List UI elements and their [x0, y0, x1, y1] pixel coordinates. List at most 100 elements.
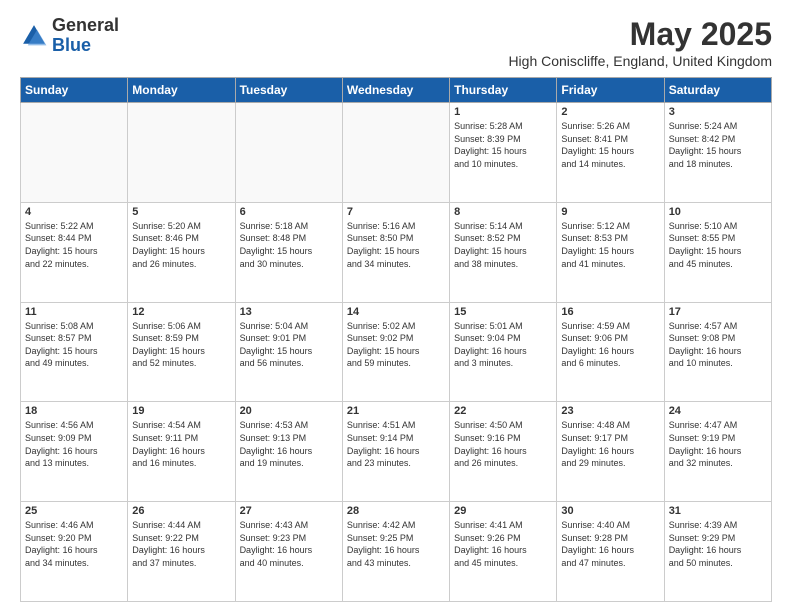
day-info: Sunrise: 4:42 AM Sunset: 9:25 PM Dayligh… — [347, 519, 445, 569]
day-header-row: SundayMondayTuesdayWednesdayThursdayFrid… — [21, 78, 772, 103]
day-info: Sunrise: 4:41 AM Sunset: 9:26 PM Dayligh… — [454, 519, 552, 569]
day-cell: 30Sunrise: 4:40 AM Sunset: 9:28 PM Dayli… — [557, 502, 664, 602]
day-info: Sunrise: 5:04 AM Sunset: 9:01 PM Dayligh… — [240, 320, 338, 370]
day-cell: 21 Sunrise: 4:51 AM Sunset: 9:14 PM Dayli… — [342, 402, 449, 502]
col-header-tuesday: Tuesday — [235, 78, 342, 103]
day-number: 10 — [669, 206, 767, 218]
day-cell: 8 Sunrise: 5:14 AM Sunset: 8:52 PM Daylig… — [450, 202, 557, 302]
week-row-3: 11Sunrise: 5:08 AM Sunset: 8:57 PM Dayli… — [21, 302, 772, 402]
day-info: Sunrise: 4:54 AM Sunset: 9:11 PM Dayligh… — [132, 419, 230, 469]
header: General Blue May 2025 High Coniscliffe, … — [20, 16, 772, 69]
day-number: 26 — [132, 505, 230, 517]
day-cell: 16Sunrise: 4:59 AM Sunset: 9:06 PM Dayli… — [557, 302, 664, 402]
day-info: Sunrise: 4:43 AM Sunset: 9:23 PM Dayligh… — [240, 519, 338, 569]
day-cell: 28 Sunrise: 4:42 AM Sunset: 9:25 PM Dayli… — [342, 502, 449, 602]
day-info: Sunrise: 4:47 AM Sunset: 9:19 PM Dayligh… — [669, 419, 767, 469]
day-cell — [128, 103, 235, 203]
day-info: Sunrise: 5:02 AM Sunset: 9:02 PM Dayligh… — [347, 320, 445, 370]
day-number: 2 — [561, 106, 659, 118]
day-cell: 2 Sunrise: 5:26 AM Sunset: 8:41 PM Daylig… — [557, 103, 664, 203]
day-cell: 27 Sunrise: 4:43 AM Sunset: 9:23 PM Dayli… — [235, 502, 342, 602]
day-number: 19 — [132, 405, 230, 417]
day-cell: 1 Sunrise: 5:28 AM Sunset: 8:39 PM Daylig… — [450, 103, 557, 203]
day-cell: 14 Sunrise: 5:02 AM Sunset: 9:02 PM Dayli… — [342, 302, 449, 402]
day-cell: 12Sunrise: 5:06 AM Sunset: 8:59 PM Dayli… — [128, 302, 235, 402]
day-number: 27 — [240, 505, 338, 517]
day-number: 7 — [347, 206, 445, 218]
day-info: Sunrise: 5:10 AM Sunset: 8:55 PM Dayligh… — [669, 220, 767, 270]
day-cell: 4 Sunrise: 5:22 AM Sunset: 8:44 PM Daylig… — [21, 202, 128, 302]
day-cell — [235, 103, 342, 203]
day-number: 31 — [669, 505, 767, 517]
day-info: Sunrise: 5:18 AM Sunset: 8:48 PM Dayligh… — [240, 220, 338, 270]
day-cell: 25 Sunrise: 4:46 AM Sunset: 9:20 PM Dayli… — [21, 502, 128, 602]
day-number: 1 — [454, 106, 552, 118]
day-info: Sunrise: 4:51 AM Sunset: 9:14 PM Dayligh… — [347, 419, 445, 469]
day-number: 28 — [347, 505, 445, 517]
day-cell: 22 Sunrise: 4:50 AM Sunset: 9:16 PM Dayli… — [450, 402, 557, 502]
day-info: Sunrise: 5:01 AM Sunset: 9:04 PM Dayligh… — [454, 320, 552, 370]
day-cell: 13Sunrise: 5:04 AM Sunset: 9:01 PM Dayli… — [235, 302, 342, 402]
week-row-1: 1 Sunrise: 5:28 AM Sunset: 8:39 PM Daylig… — [21, 103, 772, 203]
day-number: 8 — [454, 206, 552, 218]
day-info: Sunrise: 4:46 AM Sunset: 9:20 PM Dayligh… — [25, 519, 123, 569]
page: General Blue May 2025 High Coniscliffe, … — [0, 0, 792, 612]
day-cell: 15Sunrise: 5:01 AM Sunset: 9:04 PM Dayli… — [450, 302, 557, 402]
day-info: Sunrise: 4:56 AM Sunset: 9:09 PM Dayligh… — [25, 419, 123, 469]
day-cell: 31 Sunrise: 4:39 AM Sunset: 9:29 PM Dayli… — [664, 502, 771, 602]
day-info: Sunrise: 5:14 AM Sunset: 8:52 PM Dayligh… — [454, 220, 552, 270]
col-header-wednesday: Wednesday — [342, 78, 449, 103]
day-cell: 17 Sunrise: 4:57 AM Sunset: 9:08 PM Dayli… — [664, 302, 771, 402]
day-info: Sunrise: 5:16 AM Sunset: 8:50 PM Dayligh… — [347, 220, 445, 270]
day-info: Sunrise: 4:48 AM Sunset: 9:17 PM Dayligh… — [561, 419, 659, 469]
day-info: Sunrise: 5:22 AM Sunset: 8:44 PM Dayligh… — [25, 220, 123, 270]
day-cell: 29Sunrise: 4:41 AM Sunset: 9:26 PM Dayli… — [450, 502, 557, 602]
day-info: Sunrise: 4:44 AM Sunset: 9:22 PM Dayligh… — [132, 519, 230, 569]
day-number: 18 — [25, 405, 123, 417]
day-number: 24 — [669, 405, 767, 417]
day-info: Sunrise: 5:26 AM Sunset: 8:41 PM Dayligh… — [561, 120, 659, 170]
day-number: 30 — [561, 505, 659, 517]
week-row-4: 18 Sunrise: 4:56 AM Sunset: 9:09 PM Dayli… — [21, 402, 772, 502]
day-cell: 19 Sunrise: 4:54 AM Sunset: 9:11 PM Dayli… — [128, 402, 235, 502]
day-number: 16 — [561, 306, 659, 318]
day-cell: 10 Sunrise: 5:10 AM Sunset: 8:55 PM Dayli… — [664, 202, 771, 302]
day-info: Sunrise: 5:28 AM Sunset: 8:39 PM Dayligh… — [454, 120, 552, 170]
day-cell: 26 Sunrise: 4:44 AM Sunset: 9:22 PM Dayli… — [128, 502, 235, 602]
day-number: 23 — [561, 405, 659, 417]
logo-blue: Blue — [52, 35, 91, 55]
logo: General Blue — [20, 16, 119, 56]
day-info: Sunrise: 4:53 AM Sunset: 9:13 PM Dayligh… — [240, 419, 338, 469]
day-cell: 24 Sunrise: 4:47 AM Sunset: 9:19 PM Dayli… — [664, 402, 771, 502]
day-number: 14 — [347, 306, 445, 318]
day-number: 9 — [561, 206, 659, 218]
day-cell: 6 Sunrise: 5:18 AM Sunset: 8:48 PM Daylig… — [235, 202, 342, 302]
col-header-thursday: Thursday — [450, 78, 557, 103]
day-cell: 3 Sunrise: 5:24 AM Sunset: 8:42 PM Daylig… — [664, 103, 771, 203]
day-info: Sunrise: 4:57 AM Sunset: 9:08 PM Dayligh… — [669, 320, 767, 370]
day-info: Sunrise: 4:39 AM Sunset: 9:29 PM Dayligh… — [669, 519, 767, 569]
day-info: Sunrise: 5:24 AM Sunset: 8:42 PM Dayligh… — [669, 120, 767, 170]
day-info: Sunrise: 5:06 AM Sunset: 8:59 PM Dayligh… — [132, 320, 230, 370]
day-number: 20 — [240, 405, 338, 417]
day-cell: 11Sunrise: 5:08 AM Sunset: 8:57 PM Dayli… — [21, 302, 128, 402]
day-info: Sunrise: 4:50 AM Sunset: 9:16 PM Dayligh… — [454, 419, 552, 469]
location: High Coniscliffe, England, United Kingdo… — [508, 53, 772, 69]
day-cell: 20 Sunrise: 4:53 AM Sunset: 9:13 PM Dayli… — [235, 402, 342, 502]
month-title: May 2025 — [508, 16, 772, 53]
day-number: 3 — [669, 106, 767, 118]
day-number: 25 — [25, 505, 123, 517]
day-number: 22 — [454, 405, 552, 417]
calendar-table: SundayMondayTuesdayWednesdayThursdayFrid… — [20, 77, 772, 602]
day-number: 11 — [25, 306, 123, 318]
logo-icon — [20, 22, 48, 50]
col-header-saturday: Saturday — [664, 78, 771, 103]
day-number: 17 — [669, 306, 767, 318]
day-number: 21 — [347, 405, 445, 417]
day-cell: 9Sunrise: 5:12 AM Sunset: 8:53 PM Daylig… — [557, 202, 664, 302]
week-row-2: 4 Sunrise: 5:22 AM Sunset: 8:44 PM Daylig… — [21, 202, 772, 302]
day-number: 6 — [240, 206, 338, 218]
day-number: 4 — [25, 206, 123, 218]
logo-text: General Blue — [52, 16, 119, 56]
day-cell: 18 Sunrise: 4:56 AM Sunset: 9:09 PM Dayli… — [21, 402, 128, 502]
